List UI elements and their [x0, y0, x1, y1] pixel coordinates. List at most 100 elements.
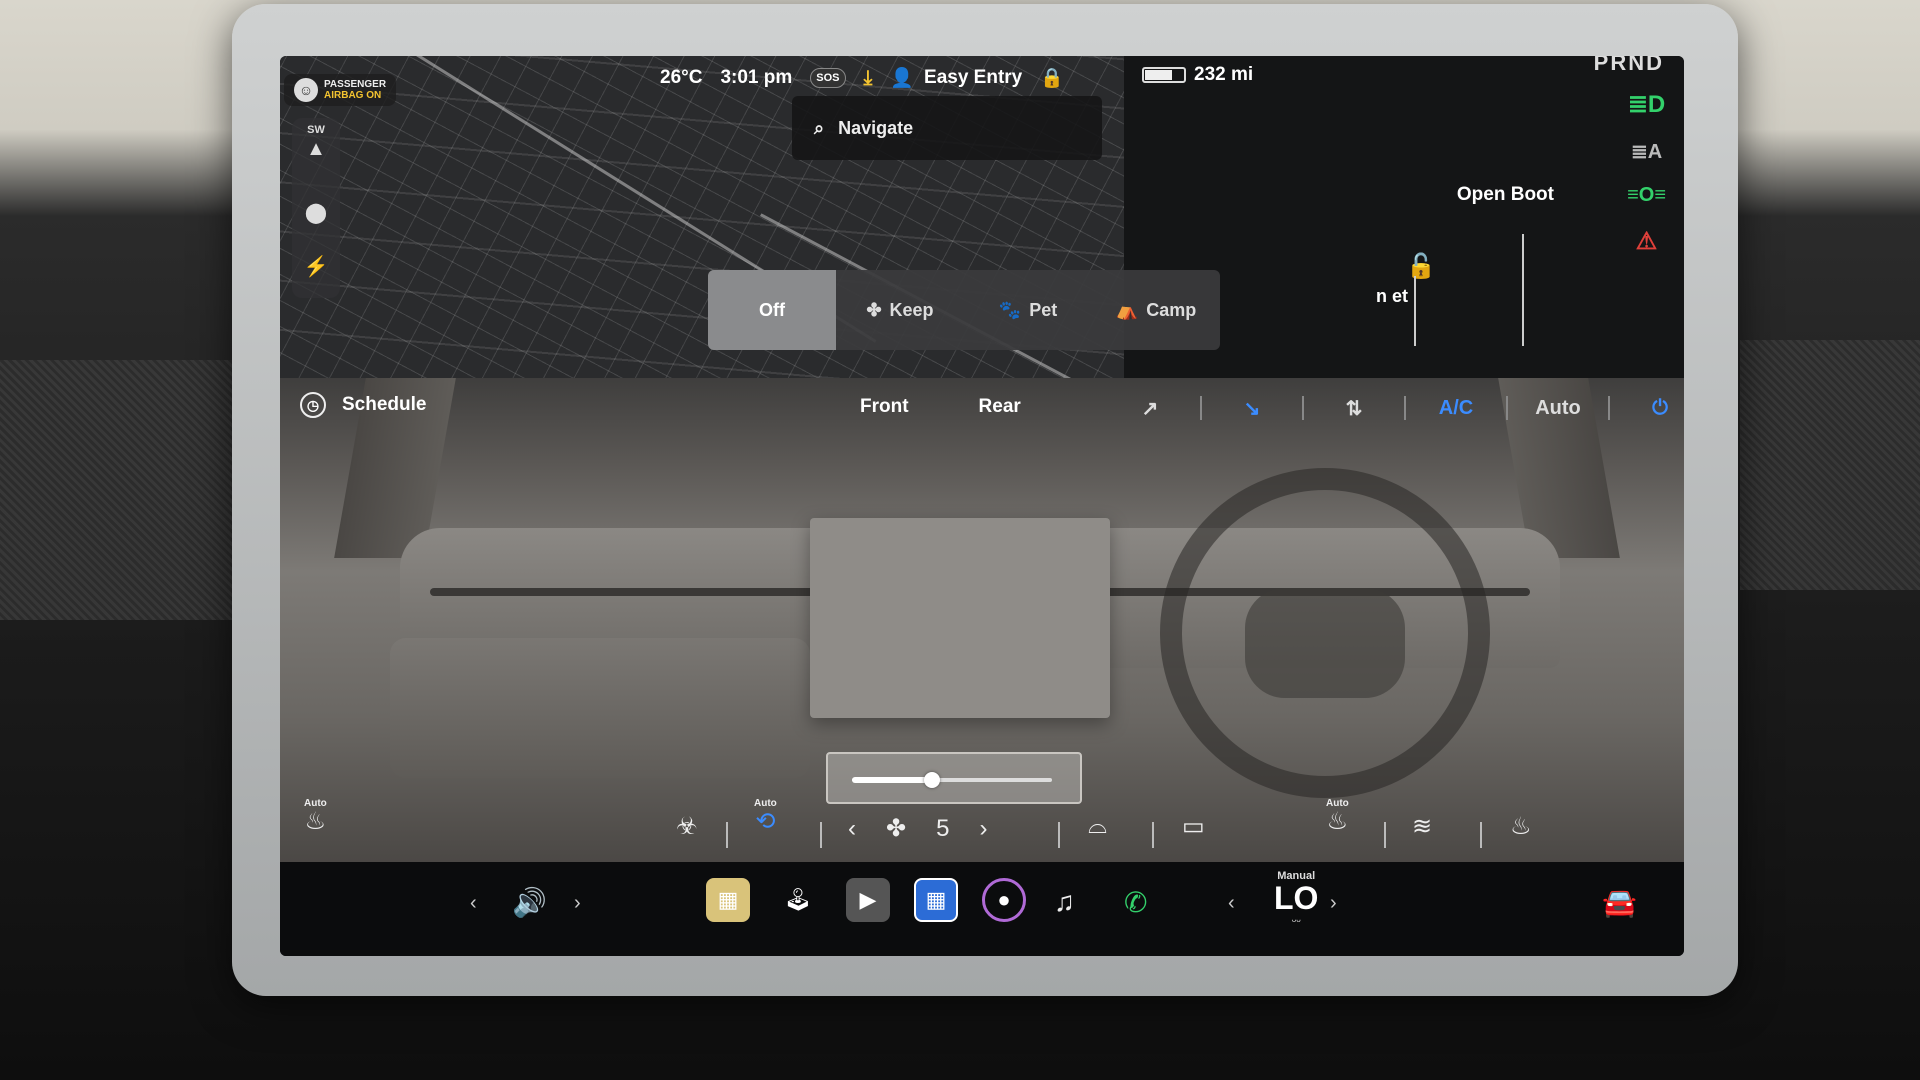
map-controls: SW ▲ ⬤ ⚡: [292, 118, 340, 298]
headlights-icon: ≣D: [1627, 91, 1666, 118]
dashboard-trim-right: [1740, 340, 1920, 590]
location-pin-icon[interactable]: ⬤: [292, 200, 340, 225]
fan-decrease-chevron-icon[interactable]: ‹: [848, 815, 856, 843]
airbag-status: AIRBAG ON: [324, 90, 382, 101]
mode-keep-button[interactable]: ✤ Keep: [836, 270, 964, 350]
mode-pet-button[interactable]: 🐾 Pet: [964, 270, 1092, 350]
fresh-air-button[interactable]: Auto ⟲: [754, 798, 777, 836]
front-defrost-icon[interactable]: ⌓: [1088, 812, 1107, 840]
battery-icon: [1142, 67, 1186, 83]
outside-temperature: 26°C: [660, 67, 703, 88]
fan-speed-value: 5: [936, 814, 950, 842]
divider: [820, 822, 822, 848]
wheel-heat-icon: ♨: [1326, 808, 1349, 835]
tab-front[interactable]: Front: [860, 396, 909, 418]
car-icon[interactable]: 🚘: [1602, 886, 1637, 919]
touchscreen: ☺ PASSENGER AIRBAG ON SW ▲ ⬤ ⚡ 26°C 3:01…: [280, 56, 1684, 956]
seat-heat-icon: ♨: [304, 808, 327, 835]
paw-icon: 🐾: [998, 299, 1022, 320]
glovebox: [390, 638, 810, 778]
clock-icon: ◷: [300, 392, 326, 418]
fan-indicator-icon: ᵕᵕ: [1291, 914, 1301, 928]
temp-down-chevron-icon[interactable]: ‹: [1228, 892, 1235, 915]
mode-off-button[interactable]: Off: [708, 270, 836, 350]
cabin-temperature[interactable]: Manual LO ᵕᵕ: [1274, 870, 1318, 928]
airflow-face-feet-icon[interactable]: ⇅: [1304, 390, 1404, 426]
toybox-app-icon[interactable]: ▦: [706, 878, 750, 922]
volume-icon[interactable]: 🔊: [512, 886, 547, 919]
dashboard-trim-left: [0, 360, 250, 620]
passenger-seat-heater-icon[interactable]: ♨: [1510, 812, 1532, 841]
clock: 3:01 pm: [720, 67, 793, 88]
divider: [1152, 822, 1154, 848]
display-bezel: ☺ PASSENGER AIRBAG ON SW ▲ ⬤ ⚡ 26°C 3:01…: [232, 4, 1738, 996]
rear-defrost-icon[interactable]: ▭: [1182, 812, 1205, 841]
boot-indicator-line: [1522, 234, 1524, 346]
tent-icon: ⛺: [1115, 299, 1139, 320]
volume-up-chevron-icon[interactable]: ›: [574, 892, 581, 915]
temp-up-chevron-icon[interactable]: ›: [1330, 892, 1337, 915]
charging-icon[interactable]: ⚡: [292, 254, 340, 279]
climate-bottom-bar: Auto ♨ ☣ Auto ⟲ ‹ ✤ 5 › ⌓ ▭ Auto ♨ ≋ ♨: [280, 788, 1684, 862]
open-frunk-button[interactable]: n et: [1376, 286, 1408, 306]
parking-lights-icon: ≡O≡: [1627, 184, 1666, 206]
recirculate-icon[interactable]: ☣: [676, 812, 698, 841]
status-icons: ≣D ≣A ≡O≡ ⚠: [1627, 90, 1666, 256]
fan-speed-control: ‹ ✤ 5 ›: [848, 814, 987, 843]
airflow-face-icon[interactable]: ↗: [1100, 390, 1200, 426]
status-bar: 26°C 3:01 pm SOS ⤓ 👤 Easy Entry 🔒: [660, 66, 1064, 90]
music-note-icon[interactable]: ♫: [1054, 886, 1075, 918]
driver-profile[interactable]: 👤 Easy Entry: [890, 66, 1022, 90]
wiper-heater-icon[interactable]: ≋: [1412, 812, 1432, 841]
search-icon: ⌕: [814, 117, 825, 138]
battery-indicator: 232 mi: [1142, 64, 1253, 86]
seatbelt-warning-icon: ⚠: [1635, 228, 1658, 255]
schedule-button[interactable]: ◷ Schedule: [300, 392, 426, 418]
compass-label: SW: [307, 124, 325, 136]
driver-seat-heater-button[interactable]: Auto ♨: [304, 798, 327, 836]
mode-off-label: Off: [759, 299, 785, 320]
unlock-icon[interactable]: 🔓: [1406, 252, 1436, 281]
lock-icon[interactable]: 🔒: [1040, 66, 1064, 90]
theater-app-icon[interactable]: ▶: [846, 878, 890, 922]
phone-icon[interactable]: ✆: [1124, 886, 1147, 919]
divider: [726, 822, 728, 848]
download-icon[interactable]: ⤓: [864, 67, 873, 90]
slider-fill: [852, 777, 932, 783]
open-boot-button[interactable]: Open Boot: [1457, 184, 1554, 206]
tab-rear[interactable]: Rear: [979, 396, 1021, 418]
range-value: 232 mi: [1194, 64, 1254, 85]
gear-selector[interactable]: PRND: [1594, 56, 1664, 76]
fan-icon: ✤: [866, 299, 882, 320]
mode-camp-button[interactable]: ⛺ Camp: [1092, 270, 1220, 350]
auto-button[interactable]: Auto: [1508, 390, 1608, 426]
ac-button[interactable]: A/C: [1406, 390, 1506, 426]
power-icon[interactable]: ⏻: [1610, 390, 1684, 426]
sos-icon[interactable]: SOS: [810, 68, 846, 88]
frunk-indicator-line: [1414, 276, 1416, 346]
airbag-icon: ☺: [294, 78, 318, 102]
search-placeholder: Navigate: [838, 117, 914, 138]
steering-wheel-heater-button[interactable]: Auto ♨: [1326, 798, 1349, 836]
person-icon: 👤: [890, 68, 915, 89]
arcade-joystick-icon[interactable]: 🕹: [776, 878, 820, 922]
climate-panel: ◷ Schedule Front Rear ↗ ↘ ⇅ A/C Auto ⏻ A…: [280, 378, 1684, 862]
fan-icon: ✤: [886, 815, 907, 842]
app-launcher-icon[interactable]: ▦: [914, 878, 958, 922]
compass-icon[interactable]: ▲: [292, 138, 340, 161]
profile-name: Easy Entry: [924, 67, 1023, 88]
auto-high-beam-icon: ≣A: [1630, 141, 1663, 163]
schedule-label: Schedule: [342, 394, 427, 415]
camera-app-icon[interactable]: ●: [982, 878, 1026, 922]
temp-value: LO: [1274, 880, 1319, 916]
divider: [1384, 822, 1386, 848]
airflow-feet-icon[interactable]: ↘: [1202, 390, 1302, 426]
zone-tabs: Front Rear: [860, 396, 1021, 418]
slider-handle[interactable]: [924, 772, 940, 788]
navigate-search[interactable]: ⌕ Navigate: [792, 96, 1102, 160]
airbag-label: PASSENGER: [324, 79, 387, 90]
volume-down-chevron-icon[interactable]: ‹: [470, 892, 477, 915]
fan-increase-chevron-icon[interactable]: ›: [979, 815, 987, 843]
steering-wheel-hub: [1245, 588, 1405, 698]
airflow-controls: ↗ ↘ ⇅ A/C Auto ⏻: [1100, 390, 1684, 426]
